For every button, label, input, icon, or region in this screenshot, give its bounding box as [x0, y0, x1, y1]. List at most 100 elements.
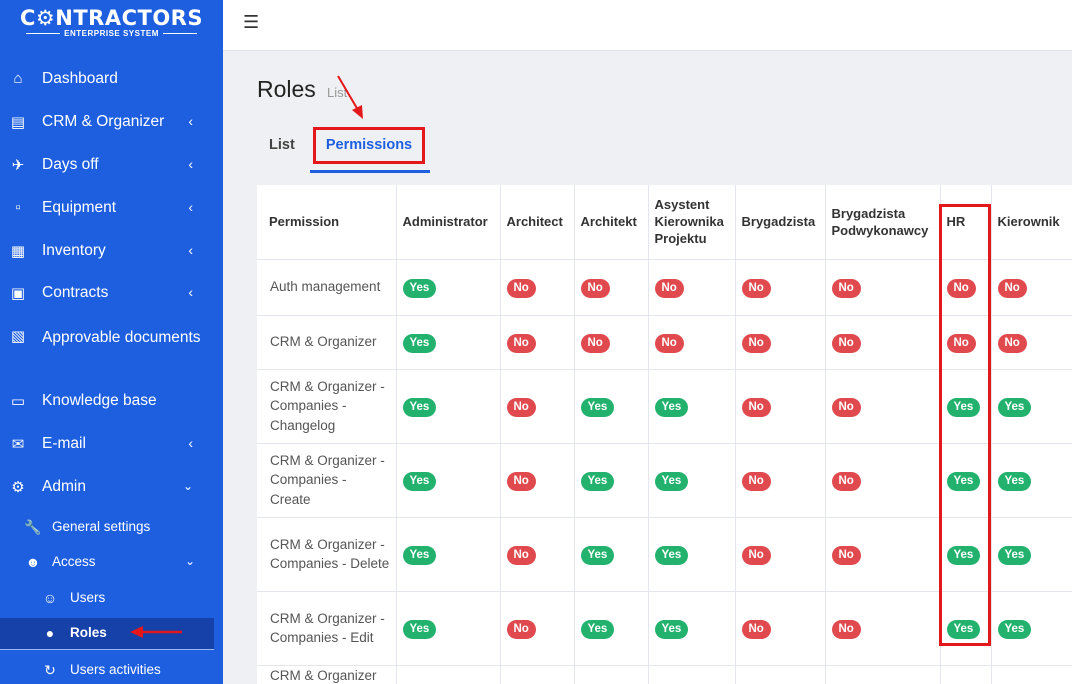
no-badge[interactable]: No [654, 278, 684, 298]
yes-badge[interactable]: Yes [946, 471, 981, 491]
column-header[interactable]: Brygadzista Podwykonawcy [825, 185, 941, 260]
table-row: CRM & Organizer - Companies - Changelog Y… [257, 369, 1072, 444]
yes-badge[interactable]: Yes [580, 397, 615, 417]
sidebar-subitem-access[interactable]: ☻ Access ⌄ [0, 554, 223, 572]
no-badge[interactable]: No [997, 333, 1027, 353]
yes-badge[interactable]: Yes [997, 471, 1032, 491]
no-badge[interactable]: No [741, 471, 771, 491]
users-icon: ☻ [25, 554, 41, 570]
tab-list[interactable]: List [269, 137, 295, 153]
permission-value-cell: Yes [991, 443, 1072, 518]
logo-subtitle: ENTERPRISE SYSTEM [0, 29, 223, 38]
sidebar-item-knowledge-base[interactable]: ▭ Knowledge base [0, 392, 223, 412]
yes-badge[interactable]: Yes [580, 619, 615, 639]
no-badge[interactable]: No [741, 278, 771, 298]
sidebar-item-label: Contracts [42, 284, 109, 301]
no-badge[interactable]: No [831, 397, 861, 417]
yes-badge[interactable]: Yes [997, 619, 1032, 639]
sidebar-subitem-label: Roles [70, 625, 107, 640]
yes-badge[interactable]: Yes [402, 545, 437, 565]
yes-badge[interactable]: Yes [997, 397, 1032, 417]
column-header[interactable]: Brygadzista [735, 185, 826, 260]
permission-value-cell: No [735, 443, 826, 518]
sidebar-subitem-users[interactable]: ☺ Users [0, 590, 223, 608]
yes-badge[interactable]: Yes [402, 471, 437, 491]
permission-value-cell: No [991, 315, 1072, 370]
table-row: Auth management Yes No No No No No No No [257, 259, 1072, 316]
permission-value-cell: Yes [991, 591, 1072, 666]
no-badge[interactable]: No [831, 545, 861, 565]
no-badge[interactable]: No [741, 619, 771, 639]
no-badge[interactable]: No [506, 471, 536, 491]
no-badge[interactable]: No [831, 619, 861, 639]
yes-badge[interactable]: Yes [654, 397, 689, 417]
yes-badge[interactable]: Yes [402, 397, 437, 417]
yes-badge[interactable]: Yes [946, 397, 981, 417]
sidebar-subitem-general-settings[interactable]: 🔧 General settings [0, 519, 223, 537]
sidebar-item-contracts[interactable]: ▣ Contracts ‹ [0, 284, 223, 304]
no-badge[interactable]: No [580, 278, 610, 298]
yes-badge[interactable]: Yes [402, 278, 437, 298]
hamburger-menu-icon[interactable]: ☰ [243, 12, 259, 33]
yes-badge[interactable]: Yes [402, 619, 437, 639]
no-badge[interactable]: No [741, 545, 771, 565]
no-badge[interactable]: No [506, 397, 536, 417]
permission-value-cell: Yes [574, 591, 649, 666]
no-badge[interactable]: No [506, 619, 536, 639]
permission-value-cell: Yes [396, 315, 501, 370]
yes-badge[interactable]: Yes [402, 333, 437, 353]
permission-value-cell: Yes [396, 517, 501, 592]
permission-value-cell: No [825, 591, 941, 666]
sidebar-item-email[interactable]: ✉ E-mail ‹ [0, 435, 223, 455]
column-header[interactable]: HR [940, 185, 992, 260]
sidebar-item-days-off[interactable]: ✈ Days off ‹ [0, 156, 223, 176]
no-badge[interactable]: No [741, 397, 771, 417]
sidebar-item-label: Admin [42, 478, 86, 495]
column-header[interactable]: Architect [500, 185, 575, 260]
permission-value-cell: No [825, 259, 941, 316]
table-row: CRM & Organizer Yes No No No No No No No [257, 315, 1072, 370]
yes-badge[interactable]: Yes [580, 471, 615, 491]
column-header[interactable]: Administrator [396, 185, 501, 260]
sidebar-item-crm[interactable]: ▤ CRM & Organizer ‹ [0, 113, 223, 133]
active-tab-underline [310, 170, 430, 173]
no-badge[interactable]: No [741, 333, 771, 353]
column-header[interactable]: Permission [257, 185, 397, 260]
permission-value-cell: No [500, 259, 575, 316]
no-badge[interactable]: No [506, 545, 536, 565]
tab-permissions[interactable]: Permissions [313, 127, 425, 164]
sidebar-item-label: CRM & Organizer [42, 113, 165, 130]
sidebar-item-dashboard[interactable]: ⌂ Dashboard [0, 70, 223, 90]
sidebar-subitem-users-activities[interactable]: ↻ Users activities [0, 662, 223, 680]
yes-badge[interactable]: Yes [946, 545, 981, 565]
no-badge[interactable]: No [946, 278, 976, 298]
no-badge[interactable]: No [831, 278, 861, 298]
no-badge[interactable]: No [654, 333, 684, 353]
no-badge[interactable]: No [506, 278, 536, 298]
yes-badge[interactable]: Yes [997, 545, 1032, 565]
yes-badge[interactable]: Yes [580, 545, 615, 565]
sidebar-item-inventory[interactable]: ▦ Inventory ‹ [0, 242, 223, 262]
column-header[interactable]: Architekt [574, 185, 649, 260]
yes-badge[interactable]: Yes [654, 471, 689, 491]
no-badge[interactable]: No [506, 333, 536, 353]
logo[interactable]: C⚙NTRACTORS ENTERPRISE SYSTEM [0, 0, 223, 46]
no-badge[interactable]: No [580, 333, 610, 353]
column-header[interactable]: Kierownik [991, 185, 1072, 260]
logo-title: C⚙NTRACTORS [20, 6, 203, 30]
no-badge[interactable]: No [831, 333, 861, 353]
yes-badge[interactable]: Yes [654, 545, 689, 565]
yes-badge[interactable]: Yes [946, 619, 981, 639]
table-body: Auth management Yes No No No No No No No CRM & Or… [257, 259, 1072, 684]
yes-badge[interactable]: Yes [654, 619, 689, 639]
no-badge[interactable]: No [997, 278, 1027, 298]
sidebar-item-admin[interactable]: ⚙ Admin ⌄ [0, 478, 223, 498]
sidebar-item-approvable-documents[interactable]: ▧ Approvable documents [0, 327, 223, 371]
history-icon: ↻ [44, 662, 56, 678]
chevron-left-icon: ‹ [188, 199, 193, 215]
sidebar-subitem-roles[interactable]: ● Roles [0, 625, 223, 643]
column-header[interactable]: Asystent Kierownika Projektu [648, 185, 736, 260]
no-badge[interactable]: No [946, 333, 976, 353]
sidebar-item-equipment[interactable]: ▫ Equipment ‹ [0, 199, 223, 219]
no-badge[interactable]: No [831, 471, 861, 491]
